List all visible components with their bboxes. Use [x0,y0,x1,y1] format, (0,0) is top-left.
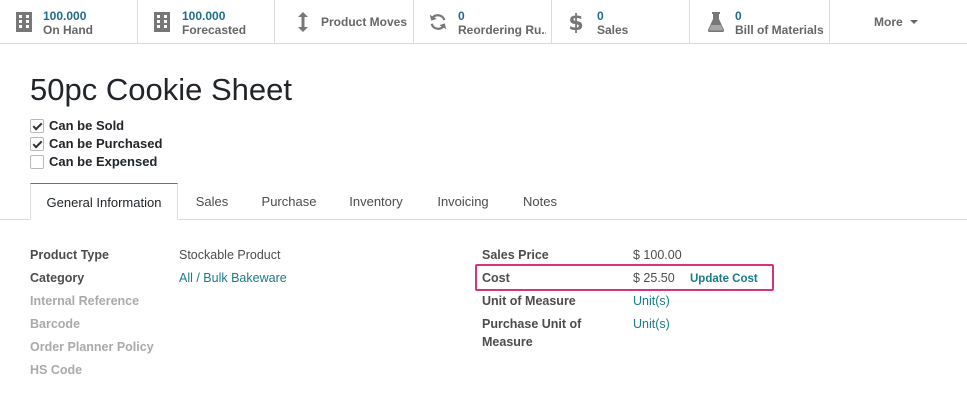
reordering-rules-button[interactable]: 0 Reordering Ru... [414,0,552,43]
sales-value: 0 [597,9,604,23]
product-type-label: Product Type [30,248,109,262]
tab-inventory[interactable]: Inventory [334,183,418,220]
can-be-sold-checkbox[interactable] [30,119,44,133]
category-label: Category [30,271,85,285]
product-type-value[interactable]: Stockable Product [179,246,280,264]
cost-value: $ 25.50 [633,271,675,285]
update-cost-button[interactable]: Update Cost [690,271,758,287]
can-be-purchased-label: Can be Purchased [49,136,163,151]
forecasted-label: Forecasted [182,23,247,37]
purchase-uom-value[interactable]: Unit(s) [633,315,670,333]
sales-price-label: Sales Price [482,248,549,262]
product-moves-button[interactable]: Product Moves [275,0,414,43]
product-moves-label: Product Moves [321,15,408,29]
can-be-expensed-row[interactable]: Can be Expensed [30,154,157,170]
reordering-label: Reordering Ru... [458,23,546,37]
purchase-uom-label-line2: Measure [482,335,533,349]
can-be-purchased-checkbox[interactable] [30,137,44,151]
tab-general-information[interactable]: General Information [30,183,178,220]
order-planner-policy-label: Order Planner Policy [30,340,154,354]
unit-of-measure-label: Unit of Measure [482,294,576,308]
reordering-value: 0 [458,9,465,23]
tab-purchase[interactable]: Purchase [248,183,330,220]
sales-button[interactable]: $ 0 Sales [552,0,690,43]
on-hand-value: 100.000 [43,9,87,23]
bill-of-materials-button[interactable]: 0 Bill of Materials [690,0,830,43]
sales-price-value[interactable]: $ 100.00 [633,246,682,264]
can-be-sold-label: Can be Sold [49,118,125,133]
flask-icon [707,12,725,32]
can-be-expensed-label: Can be Expensed [49,154,158,169]
on-hand-button[interactable]: 100.000 On Hand [0,0,138,43]
refresh-icon [429,14,447,30]
unit-of-measure-value[interactable]: Unit(s) [633,292,670,310]
sales-label: Sales [597,23,629,37]
forecasted-button[interactable]: 100.000 Forecasted [138,0,275,43]
can-be-purchased-row[interactable]: Can be Purchased [30,136,162,152]
hs-code-label: HS Code [30,363,83,377]
tab-invoicing[interactable]: Invoicing [422,183,504,220]
building-icon [16,12,32,32]
smart-button-bar: 100.000 On Hand 100.000 Forecasted Produ… [0,0,967,44]
caret-down-icon [910,20,918,24]
product-name[interactable]: 50pc Cookie Sheet [30,71,292,109]
category-value[interactable]: All / Bulk Bakeware [179,269,287,287]
up-down-arrow-icon [298,12,308,32]
more-dropdown[interactable]: More [830,0,967,43]
forecasted-value: 100.000 [182,9,226,23]
barcode-label: Barcode [30,317,81,331]
more-label: More [874,15,903,29]
building-icon [154,12,170,32]
can-be-sold-row[interactable]: Can be Sold [30,118,124,134]
bom-value: 0 [735,9,742,23]
can-be-expensed-checkbox[interactable] [30,155,44,169]
bom-label: Bill of Materials [735,23,824,37]
svg-text:$: $ [568,11,583,33]
purchase-uom-label-line1: Purchase Unit of [482,317,582,331]
on-hand-label: On Hand [43,23,93,37]
dollar-icon: $ [568,11,583,33]
internal-reference-label: Internal Reference [30,294,140,308]
tab-sales[interactable]: Sales [180,183,244,220]
tab-notes[interactable]: Notes [508,183,572,220]
cost-label: Cost [482,271,510,285]
